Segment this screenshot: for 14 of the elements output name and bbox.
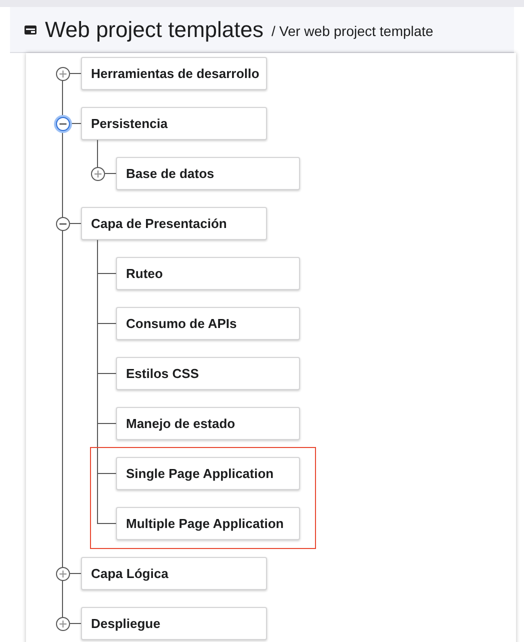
tree-node[interactable]: Herramientas de desarrollo bbox=[81, 57, 267, 90]
tree-node[interactable]: Ruteo bbox=[116, 257, 300, 290]
tree-node[interactable]: Estilos CSS bbox=[116, 357, 300, 390]
tree-node[interactable]: Capa Lógica bbox=[81, 557, 267, 590]
tree-node[interactable]: Persistencia bbox=[81, 107, 267, 140]
tree-node[interactable]: Consumo de APIs bbox=[116, 307, 300, 340]
tree-node[interactable]: Multiple Page Application bbox=[116, 507, 300, 540]
tree-node[interactable]: Despliegue bbox=[81, 607, 267, 640]
tree-node[interactable]: Manejo de estado bbox=[116, 407, 300, 440]
breadcrumb: / Ver web project template bbox=[271, 22, 434, 41]
tree-node[interactable]: Base de datos bbox=[116, 157, 300, 190]
tree-node[interactable]: Capa de Presentación bbox=[81, 207, 267, 240]
page-title: Web project templates bbox=[45, 16, 264, 44]
tree-node[interactable]: Single Page Application bbox=[116, 457, 300, 490]
